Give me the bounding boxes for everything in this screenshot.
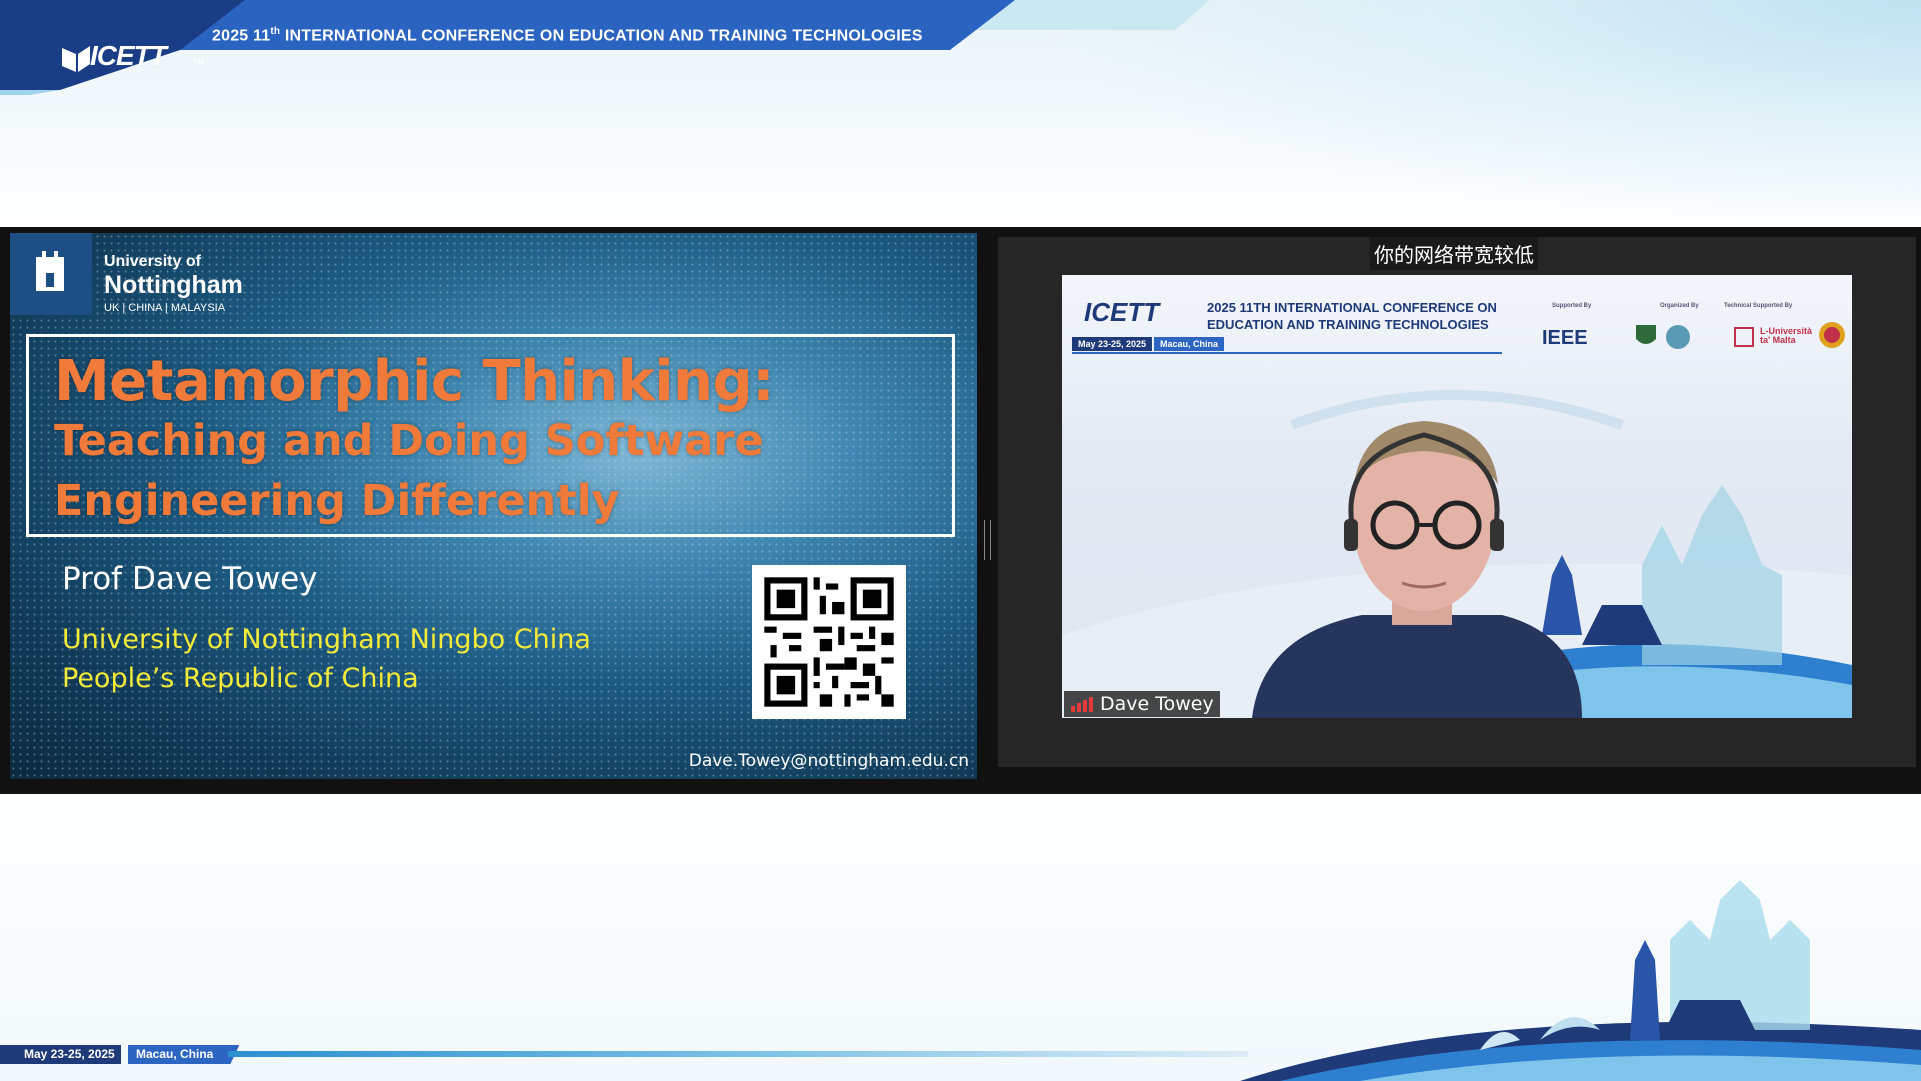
conference-title-rest: INTERNATIONAL CONFERENCE ON EDUCATION AN… xyxy=(280,27,923,45)
network-warning-caption: 你的网络带宽较低 xyxy=(1370,237,1538,270)
affiliation-line1: University of Nottingham Ningbo China xyxy=(62,624,591,655)
malta-logo-text: L-Università ta' Malta xyxy=(1760,327,1812,345)
supported-by-label: Supported By xyxy=(1552,303,1592,309)
video-conference-logo: ICETT xyxy=(1084,297,1160,327)
logo-suffix: TH xyxy=(193,58,204,67)
book-icon xyxy=(62,46,90,72)
presenter-email: Dave.Towey@nottingham.edu.cn xyxy=(688,751,969,771)
conference-title-sup: th xyxy=(270,26,281,37)
participant-video-panel: 你的网络带宽较低 ICETT 2025 11TH INTERNATIONAL C… xyxy=(998,237,1916,767)
university-name-line2: Nottingham xyxy=(104,271,243,299)
seal-icon xyxy=(1819,322,1845,348)
presenter-name: Prof Dave Towey xyxy=(62,561,318,597)
split-view-divider[interactable] xyxy=(984,520,991,560)
macau-skyline-art xyxy=(1240,880,1921,1081)
malta-line2: ta' Malta xyxy=(1760,335,1796,345)
conference-title-year: 2025 11 xyxy=(212,27,271,45)
participant-video[interactable]: ICETT 2025 11TH INTERNATIONAL CONFERENCE… xyxy=(1062,275,1852,718)
video-location-tag: Macau, China xyxy=(1154,337,1225,351)
castle-icon xyxy=(36,251,64,291)
logo-text: ICETT xyxy=(90,40,167,71)
university-crest xyxy=(10,233,92,315)
ieee-logo: IEEE xyxy=(1542,327,1588,349)
conference-date-badge: May 23-25, 2025 xyxy=(0,1045,121,1064)
conference-title: 2025 11th INTERNATIONAL CONFERENCE ON ED… xyxy=(212,26,923,45)
university-name-line1: University of xyxy=(104,253,201,270)
signal-strength-icon xyxy=(1071,697,1093,712)
affiliation-line2: People’s Republic of China xyxy=(62,663,419,694)
footer-accent-line xyxy=(228,1051,1248,1057)
slide-title-line3: Engineering Differently xyxy=(54,476,620,526)
shared-slide: University of Nottingham UK | CHINA | MA… xyxy=(10,233,977,779)
conference-location-badge: Macau, China xyxy=(128,1045,240,1064)
qr-code-icon xyxy=(752,565,906,719)
organized-by-label: Organized By xyxy=(1660,303,1699,309)
conference-banner xyxy=(0,0,1210,95)
meeting-area: University of Nottingham UK | CHINA | MA… xyxy=(0,227,1921,794)
video-title-line2: EDUCATION AND TRAINING TECHNOLOGIES xyxy=(1207,317,1489,332)
video-date-tag: May 23-25, 2025 xyxy=(1072,337,1153,351)
participant-name: Dave Towey xyxy=(1100,693,1214,715)
video-title-line1: 2025 11TH INTERNATIONAL CONFERENCE ON xyxy=(1207,300,1497,315)
slide-title-line1: Metamorphic Thinking: xyxy=(54,349,774,414)
video-conference-title: 2025 11TH INTERNATIONAL CONFERENCE ON ED… xyxy=(1207,299,1497,333)
slide-title-line2: Teaching and Doing Software xyxy=(54,416,764,466)
technical-supported-by-label: Technical Supported By xyxy=(1724,303,1793,309)
malta-crest-icon xyxy=(1734,327,1754,347)
organizer-crest-icon xyxy=(1636,325,1690,349)
participant-name-tag: Dave Towey xyxy=(1064,691,1220,717)
conference-logo: ICETT TH xyxy=(56,26,206,74)
university-campuses: UK | CHINA | MALAYSIA xyxy=(104,302,226,314)
